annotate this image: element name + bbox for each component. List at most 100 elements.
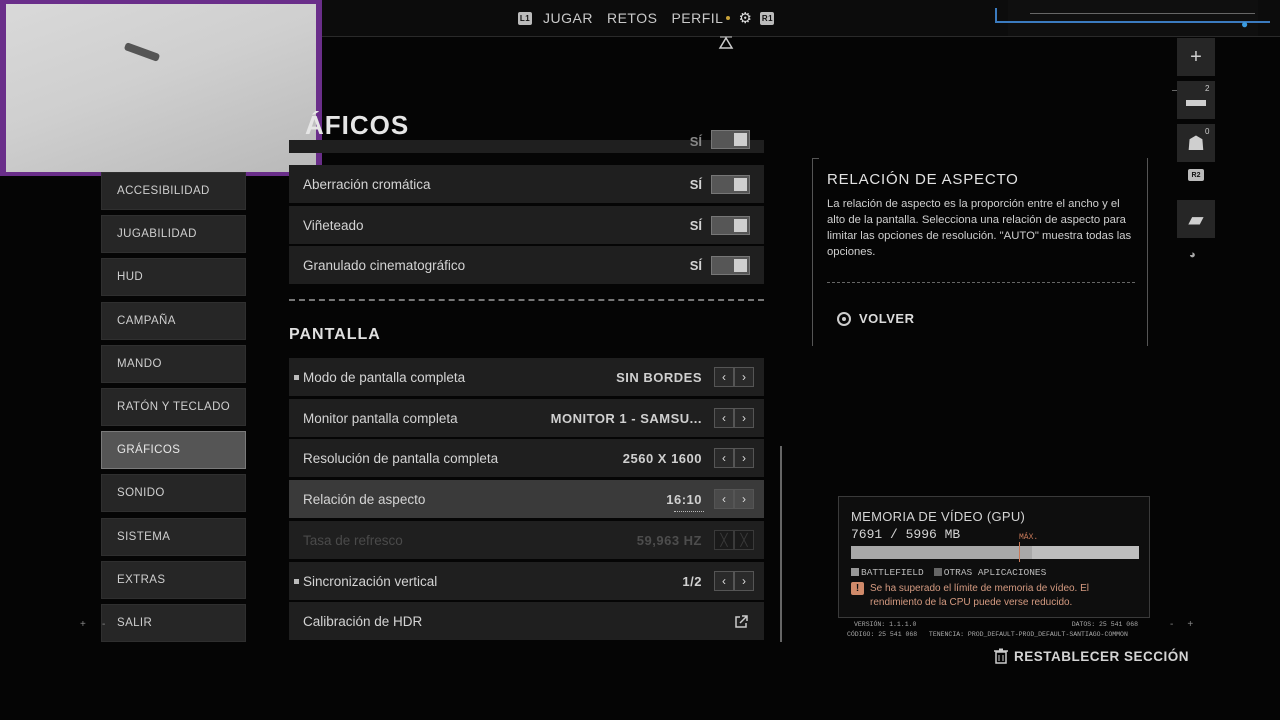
datos-text: DATOS: 25 541 068 xyxy=(1071,621,1138,628)
hud-frame xyxy=(995,8,1270,23)
mail-badge: 2 xyxy=(1205,84,1210,93)
chevron-left-icon[interactable]: ‹ xyxy=(714,408,734,428)
page-title: ÁFICOS xyxy=(305,110,410,140)
disabled-left-icon: ╳ xyxy=(714,530,734,550)
value-stepper: ‹ › xyxy=(714,367,754,387)
build-info: VERSIÓN: 1.1.1.0 DATOS: 25 541 068 CÓDIGO… xyxy=(838,620,1150,640)
gear-icon[interactable]: ⚙ xyxy=(738,10,752,27)
gpu-max-marker xyxy=(1019,542,1020,562)
gpu-memory-bar-fill xyxy=(851,546,1033,559)
menu-item-campana[interactable]: CAMPAÑA xyxy=(101,301,246,340)
chevron-left-icon[interactable]: ‹ xyxy=(714,448,734,468)
chat-icon[interactable]: ▰ xyxy=(1177,200,1215,238)
setting-value: SÍ xyxy=(689,176,702,192)
corner-plus-mark: + xyxy=(80,619,86,630)
webcam-overlay xyxy=(0,0,322,176)
chevron-right-icon[interactable]: › xyxy=(734,489,754,509)
back-button-label: VOLVER xyxy=(859,311,915,326)
setting-value: 2560 X 1600 xyxy=(622,450,702,466)
user-icon[interactable]: ● xyxy=(1241,17,1253,31)
legend-swatch xyxy=(933,568,942,576)
corner-dash-mark: - xyxy=(102,619,106,630)
l1-button-glyph: L1 xyxy=(518,11,532,25)
toggle-switch[interactable] xyxy=(711,256,750,275)
gpu-memory-panel: MEMORIA DE VÍDEO (GPU) 7691 / 5996 MB MÁ… xyxy=(838,496,1150,618)
partial-setting-row[interactable]: SÍ xyxy=(289,130,764,153)
voice-chat-icon[interactable]: ◕ xyxy=(1189,249,1203,261)
circle-button-icon xyxy=(837,311,851,326)
description-title: RELACIÓN DE ASPECTO xyxy=(827,171,1019,188)
chevron-left-icon[interactable]: ‹ xyxy=(714,571,734,591)
menu-item-hud[interactable]: HUD xyxy=(101,258,246,297)
menu-item-raton-teclado[interactable]: RATÓN Y TECLADO xyxy=(101,387,246,426)
version-text: VERSIÓN: 1.1.1.0 xyxy=(854,621,917,628)
chevron-left-icon[interactable]: ‹ xyxy=(714,367,734,387)
webcam-feed xyxy=(6,4,316,172)
setting-row-granulado[interactable]: Granulado cinematográfico SÍ xyxy=(289,246,764,284)
panel-corner xyxy=(813,158,819,159)
partial-toggle[interactable] xyxy=(711,130,750,149)
nav-jugar[interactable]: JUGAR xyxy=(543,10,593,26)
menu-item-graficos[interactable]: GRÁFICOS xyxy=(101,431,246,470)
reset-section-button[interactable]: RESTABLECER SECCIÓN xyxy=(994,648,1189,664)
external-link-icon[interactable] xyxy=(733,614,749,630)
chevron-right-icon[interactable]: › xyxy=(734,367,754,387)
top-nav: L1 JUGAR RETOS PERFIL ⚙ R1 xyxy=(518,9,775,27)
chevron-right-icon[interactable]: › xyxy=(734,571,754,591)
section-divider xyxy=(289,299,764,301)
chevron-right-icon[interactable]: › xyxy=(734,448,754,468)
setting-row-modo-pantalla[interactable]: Modo de pantalla completa SIN BORDES ‹ › xyxy=(289,358,764,396)
legend-battlefield-label: BATTLEFIELD xyxy=(861,567,924,578)
gpu-warning-text: Se ha superado el límite de memoria de v… xyxy=(870,583,1090,608)
description-body: La relación de aspecto es la proporción … xyxy=(827,198,1132,258)
chevron-right-icon[interactable]: › xyxy=(734,408,754,428)
setting-row-relacion-aspecto[interactable]: Relación de aspecto 16:10 ‹ › xyxy=(289,480,764,518)
legend-otras: OTRAS APLICACIONES xyxy=(933,567,1046,578)
chevron-left-icon[interactable]: ‹ xyxy=(714,489,734,509)
setting-value: 1/2 xyxy=(682,573,702,589)
nav-perfil[interactable]: PERFIL xyxy=(671,10,723,26)
legend-battlefield: BATTLEFIELD xyxy=(851,567,924,578)
setting-value: SÍ xyxy=(689,257,702,273)
triangle-marker-icon xyxy=(718,36,734,49)
hud-line xyxy=(1030,13,1255,14)
gpu-memory-value: 7691 / 5996 MB xyxy=(851,527,961,542)
menu-item-salir[interactable]: SALIR xyxy=(101,603,246,642)
value-underline xyxy=(674,511,704,512)
r1-button-glyph: R1 xyxy=(760,11,775,25)
setting-label: Tasa de refresco xyxy=(303,532,403,548)
menu-item-jugabilidad[interactable]: JUGABILIDAD xyxy=(101,215,246,254)
warning-icon: ! xyxy=(851,582,864,595)
modified-marker xyxy=(294,375,299,380)
menu-item-accesibilidad[interactable]: ACCESIBILIDAD xyxy=(101,172,246,210)
value-stepper: ‹ › xyxy=(714,448,754,468)
setting-label: Aberración cromática xyxy=(303,176,431,192)
trash-icon xyxy=(994,648,1008,664)
value-stepper: ‹ › xyxy=(714,408,754,428)
gpu-warning: ! Se ha superado el límite de memoria de… xyxy=(851,582,1141,610)
setting-row-monitor[interactable]: Monitor pantalla completa MONITOR 1 - SA… xyxy=(289,399,764,437)
setting-label: Relación de aspecto xyxy=(303,491,426,507)
nav-retos[interactable]: RETOS xyxy=(607,10,657,26)
toggle-switch[interactable] xyxy=(711,175,750,194)
setting-row-aberracion[interactable]: Aberración cromática SÍ xyxy=(289,165,764,203)
menu-item-sistema[interactable]: SISTEMA xyxy=(101,517,246,556)
gpu-max-label: MÁX. xyxy=(1019,533,1039,542)
back-button[interactable]: VOLVER xyxy=(837,311,915,326)
menu-item-mando[interactable]: MANDO xyxy=(101,344,246,383)
gpu-memory-bar xyxy=(851,546,1139,559)
add-icon[interactable]: + xyxy=(1177,38,1215,76)
setting-row-calibracion-hdr[interactable]: Calibración de HDR xyxy=(289,602,764,640)
setting-row-resolucion[interactable]: Resolución de pantalla completa 2560 X 1… xyxy=(289,439,764,477)
scrollbar[interactable] xyxy=(780,446,782,642)
toggle-switch[interactable] xyxy=(711,216,750,235)
setting-row-sincronizacion[interactable]: Sincronización vertical 1/2 ‹ › xyxy=(289,562,764,600)
setting-row-vineteado[interactable]: Viñeteado SÍ xyxy=(289,206,764,244)
setting-value: SIN BORDES xyxy=(616,369,702,385)
modified-marker xyxy=(294,579,299,584)
menu-item-sonido[interactable]: SONIDO xyxy=(101,474,246,513)
setting-label: Calibración de HDR xyxy=(303,613,423,629)
codigo-text: CÓDIGO: 25 541 068 xyxy=(847,631,918,638)
setting-label: Modo de pantalla completa xyxy=(303,369,466,385)
menu-item-extras[interactable]: EXTRAS xyxy=(101,560,246,599)
